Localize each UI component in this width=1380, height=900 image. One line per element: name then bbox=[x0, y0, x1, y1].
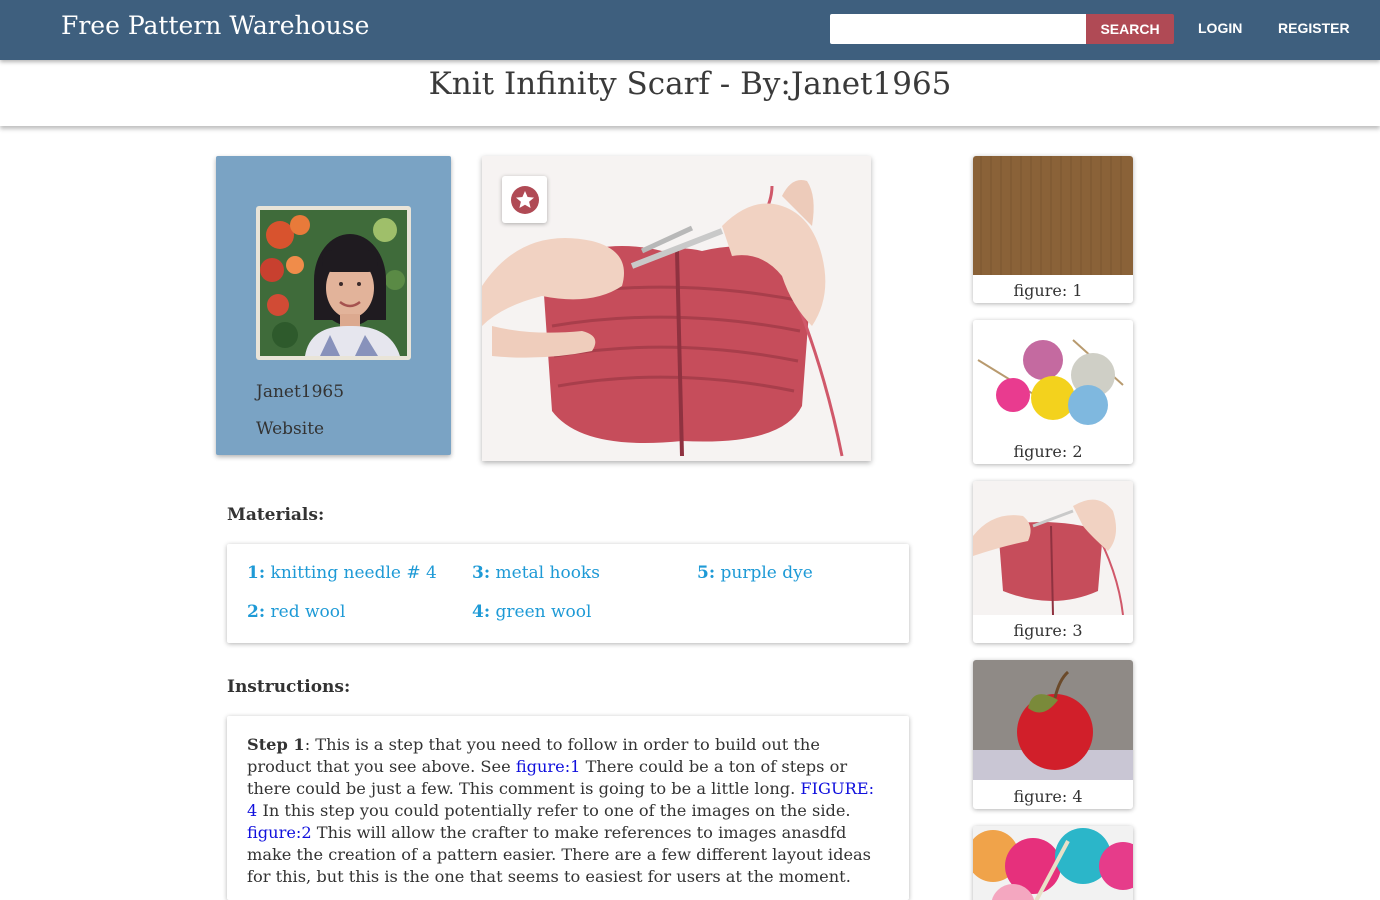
brand-logo[interactable]: Free Pattern Warehouse bbox=[61, 11, 369, 40]
figure-image-5 bbox=[973, 826, 1133, 900]
figure-image-3 bbox=[973, 481, 1133, 615]
avatar[interactable] bbox=[256, 206, 411, 360]
figure-image-2 bbox=[973, 320, 1133, 438]
title-band: Knit Infinity Scarf - By:Janet1965 bbox=[0, 60, 1380, 126]
step-text: In this step you could potentially refer… bbox=[257, 801, 851, 820]
material-number: 4: bbox=[472, 602, 491, 622]
material-item[interactable]: 2: red wool bbox=[247, 602, 345, 622]
profile-username[interactable]: Janet1965 bbox=[256, 382, 344, 402]
figure-caption: figure: 2 bbox=[1013, 442, 1083, 461]
step-label: Step 1 bbox=[247, 735, 305, 754]
materials-heading: Materials: bbox=[227, 505, 325, 525]
material-name: green wool bbox=[495, 602, 592, 622]
search-input[interactable] bbox=[830, 14, 1086, 44]
navbar: Free Pattern Warehouse SEARCH LOGIN REGI… bbox=[0, 0, 1380, 60]
figure-image-1 bbox=[973, 156, 1133, 275]
figure-card-1[interactable]: figure: 1 bbox=[973, 156, 1133, 303]
instructions-card: Step 1: This is a step that you need to … bbox=[227, 716, 909, 900]
instructions-heading: Instructions: bbox=[227, 677, 351, 697]
search-button[interactable]: SEARCH bbox=[1086, 14, 1174, 44]
instruction-step: Step 1: This is a step that you need to … bbox=[247, 734, 889, 888]
star-circle-icon bbox=[510, 185, 539, 214]
step-text: This will allow the crafter to make refe… bbox=[247, 823, 871, 886]
material-name: metal hooks bbox=[495, 563, 600, 583]
material-name: purple dye bbox=[720, 563, 813, 583]
material-item[interactable]: 5: purple dye bbox=[697, 563, 813, 583]
materials-list: 1: knitting needle # 4 2: red wool 3: me… bbox=[227, 544, 909, 643]
material-number: 3: bbox=[472, 563, 491, 583]
material-number: 2: bbox=[247, 602, 266, 622]
profile-website-link[interactable]: Website bbox=[256, 419, 324, 439]
figure-caption: figure: 1 bbox=[1013, 281, 1083, 300]
page-title: Knit Infinity Scarf - By:Janet1965 bbox=[428, 66, 952, 102]
material-item[interactable]: 3: metal hooks bbox=[472, 563, 600, 583]
figure-link-1[interactable]: figure:1 bbox=[516, 757, 581, 776]
material-name: knitting needle # 4 bbox=[270, 563, 437, 583]
register-link[interactable]: REGISTER bbox=[1278, 20, 1350, 36]
figure-link-2[interactable]: figure:2 bbox=[247, 823, 312, 842]
favorite-button[interactable] bbox=[502, 176, 547, 223]
figure-card-4[interactable]: figure: 4 bbox=[973, 660, 1133, 809]
figure-card-2[interactable]: figure: 2 bbox=[973, 320, 1133, 464]
figure-caption: figure: 4 bbox=[1013, 787, 1083, 806]
figure-card-3[interactable]: figure: 3 bbox=[973, 481, 1133, 643]
material-name: red wool bbox=[270, 602, 346, 622]
figure-caption: figure: 3 bbox=[1013, 621, 1083, 640]
figure-card-5[interactable] bbox=[973, 826, 1133, 900]
figure-image-4 bbox=[973, 660, 1133, 780]
material-item[interactable]: 4: green wool bbox=[472, 602, 591, 622]
profile-card: Janet1965 Website bbox=[216, 156, 451, 455]
avatar-photo bbox=[260, 210, 407, 356]
material-number: 5: bbox=[697, 563, 716, 583]
login-link[interactable]: LOGIN bbox=[1198, 20, 1242, 36]
material-item[interactable]: 1: knitting needle # 4 bbox=[247, 563, 437, 583]
material-number: 1: bbox=[247, 563, 266, 583]
